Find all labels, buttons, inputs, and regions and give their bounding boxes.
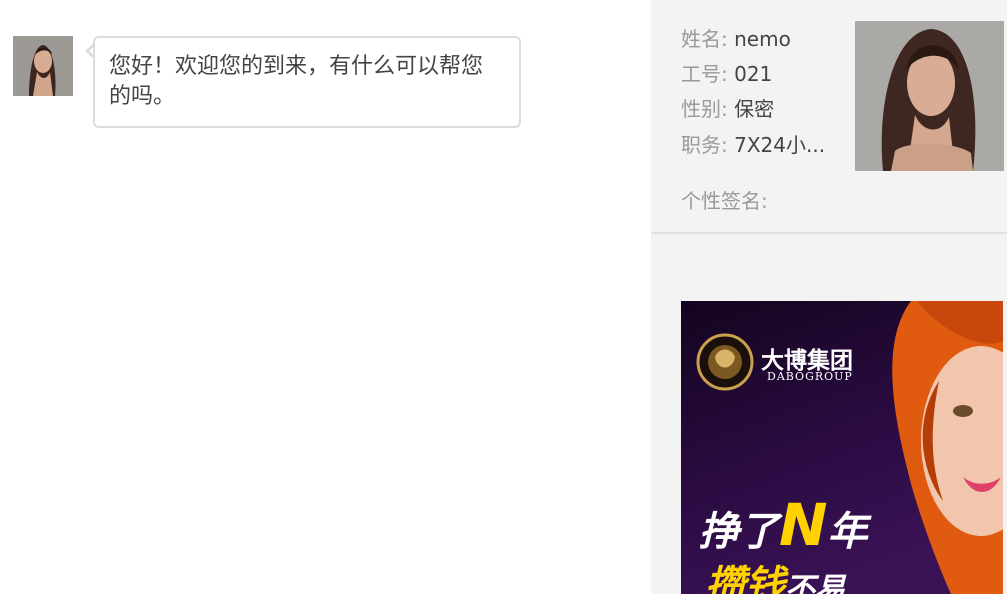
name-label: 姓名: [681, 27, 728, 51]
ad-slogan-line1: 挣了N年 [699, 491, 868, 559]
gender-label: 性别: [681, 97, 728, 121]
ad-slogan-line2-b: 不易 [785, 572, 845, 594]
agent-message-bubble: 您好！欢迎您的到来，有什么可以帮您的吗。 [93, 36, 521, 128]
info-row-signature: 个性签名: [681, 189, 774, 213]
ad-slogan-line1-b: N [779, 491, 828, 559]
agent-message-text: 您好！欢迎您的到来，有什么可以帮您的吗。 [109, 54, 484, 109]
info-row-gender: 性别: 保密 [681, 97, 774, 121]
agent-profile-photo [855, 21, 1004, 171]
ad-slogan-line2: 攒钱不易 [705, 553, 845, 594]
agent-avatar-image [13, 36, 73, 96]
name-value: nemo [734, 27, 791, 51]
gender-value: 保密 [734, 97, 775, 121]
position-label: 职务: [681, 133, 728, 157]
ad-brand-sub: DABOGROUP [767, 370, 853, 383]
ad-banner[interactable]: 大博集团 DABOGROUP 挣了N年 攒钱不易 [681, 301, 1003, 594]
profile-photo-image [855, 21, 1004, 171]
id-label: 工号: [681, 62, 728, 86]
ad-slogan-line1-a: 挣了 [699, 509, 779, 555]
info-row-id: 工号: 021 [681, 62, 772, 86]
ad-slogan-line1-c: 年 [827, 509, 868, 555]
agent-avatar-icon [13, 36, 73, 96]
chat-area: 您好！欢迎您的到来，有什么可以帮您的吗。 [0, 0, 651, 594]
ad-slogan-line2-a: 攒钱 [705, 563, 785, 594]
signature-label: 个性签名: [681, 189, 768, 213]
agent-info-panel: 姓名: nemo 工号: 021 性别: 保密 职务: 7X24小... 个性签… [651, 0, 1007, 234]
info-row-name: 姓名: nemo [681, 27, 791, 51]
agent-sidebar: 姓名: nemo 工号: 021 性别: 保密 职务: 7X24小... 个性签… [651, 0, 1007, 594]
id-value: 021 [734, 62, 773, 86]
info-row-position: 职务: 7X24小... [681, 133, 825, 157]
position-value: 7X24小... [734, 133, 826, 157]
